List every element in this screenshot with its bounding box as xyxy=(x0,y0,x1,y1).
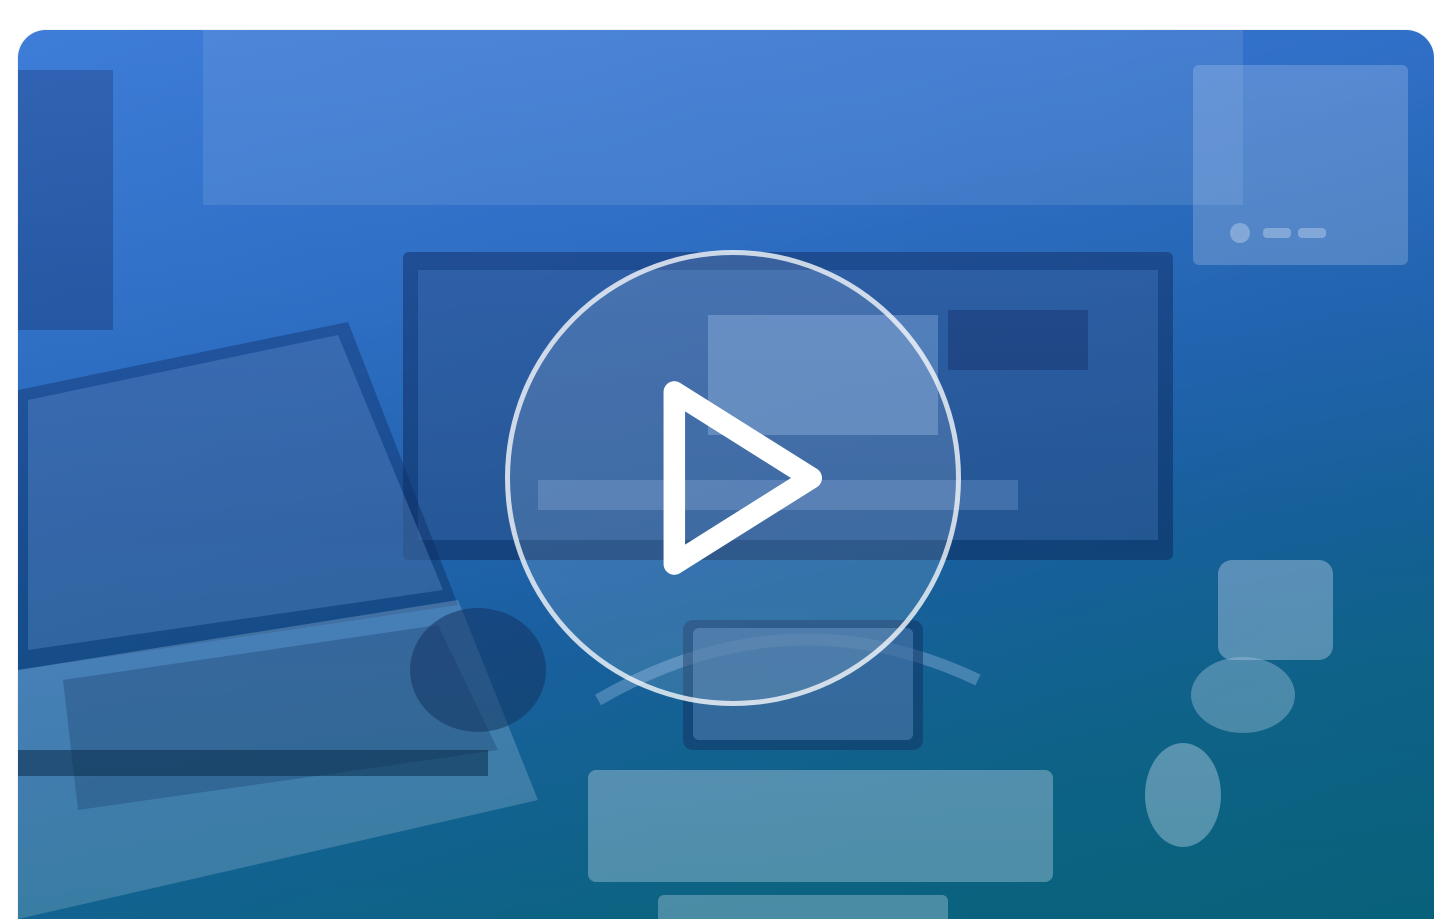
play-icon xyxy=(663,381,823,575)
wall-light-panel xyxy=(203,30,1243,205)
camera-tripod xyxy=(18,70,113,330)
mouse xyxy=(1145,743,1221,847)
video-thumbnail[interactable] xyxy=(18,30,1434,919)
notebook xyxy=(658,895,948,919)
mic-arm xyxy=(18,750,488,776)
headphone-stand xyxy=(1218,560,1333,660)
keyboard xyxy=(588,770,1053,882)
play-button[interactable] xyxy=(505,250,961,706)
